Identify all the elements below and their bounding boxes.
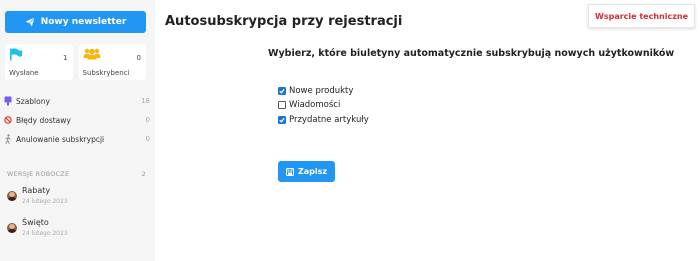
sidebar-item-label: Błędy dostawy (16, 115, 71, 125)
option-label: Nowe produkty (289, 86, 354, 96)
check-icon (279, 88, 285, 94)
page-title: Autosubskrypcja przy rejestracji (165, 14, 403, 29)
option-label: Przydatne artykuły (289, 115, 369, 125)
flag-icon (10, 48, 22, 61)
sent-stat-card[interactable]: 1 Wysłane (5, 44, 73, 80)
checkbox-checked[interactable] (278, 87, 286, 95)
sent-count: 1 (63, 54, 68, 62)
sent-label: Wysłane (9, 69, 39, 77)
paper-plane-icon (25, 17, 35, 27)
sidebar-item-count: 0 (145, 135, 150, 143)
subscribers-stat-card[interactable]: 0 Subskrybenci (78, 44, 146, 80)
drafts-header: WERSJE ROBOCZE 2 (7, 170, 146, 178)
option-news[interactable]: Wiadomości (278, 99, 340, 111)
avatar (7, 223, 17, 233)
check-icon (279, 117, 285, 123)
sidebar-item-count: 18 (141, 97, 150, 105)
walking-icon (5, 134, 11, 144)
save-label: Zapisz (297, 167, 328, 176)
drafts-header-label: WERSJE ROBOCZE (7, 170, 70, 178)
sidebar-item-count: 0 (145, 116, 150, 124)
subscribers-label: Subskrybenci (82, 69, 130, 77)
option-useful-articles[interactable]: Przydatne artykuły (278, 114, 369, 126)
sidebar-item-label: Szablony (16, 96, 50, 106)
draft-item[interactable]: Święto 24 lutego 2023 (4, 216, 150, 242)
template-icon (4, 96, 12, 106)
option-new-products[interactable]: Nowe produkty (278, 85, 353, 97)
checkbox-checked[interactable] (278, 116, 286, 124)
ban-icon (4, 116, 12, 124)
users-icon (83, 48, 100, 60)
floppy-disk-icon (285, 167, 294, 176)
sidebar-item-templates[interactable]: Szablony 18 (4, 94, 150, 108)
save-button[interactable]: Zapisz (278, 161, 335, 182)
draft-date: 24 lutego 2023 (22, 230, 68, 237)
draft-item[interactable]: Rabaty 24 lutego 2023 (4, 184, 150, 210)
subscribers-count: 0 (136, 54, 141, 62)
sidebar-item-label: Anulowanie subskrypcji (16, 134, 105, 144)
drafts-count: 2 (141, 170, 146, 178)
sidebar: Nowy newsletter 1 Wysłane 0 Subskrybenci (0, 0, 155, 261)
draft-date: 24 lutego 2023 (22, 198, 68, 205)
new-newsletter-button[interactable]: Nowy newsletter (5, 11, 146, 33)
section-subtitle: Wybierz, które biuletyny automatycznie s… (268, 48, 675, 59)
support-button[interactable]: Wsparcie techniczne (588, 4, 695, 28)
checkbox-unchecked[interactable] (278, 101, 286, 109)
draft-title: Święto (22, 218, 49, 227)
draft-title: Rabaty (22, 186, 51, 195)
sidebar-item-delivery-errors[interactable]: Błędy dostawy 0 (4, 113, 150, 127)
sidebar-item-unsubscriptions[interactable]: Anulowanie subskrypcji 0 (4, 132, 150, 146)
avatar (7, 191, 17, 201)
new-newsletter-label: Nowy newsletter (40, 17, 127, 27)
option-label: Wiadomości (289, 100, 341, 110)
